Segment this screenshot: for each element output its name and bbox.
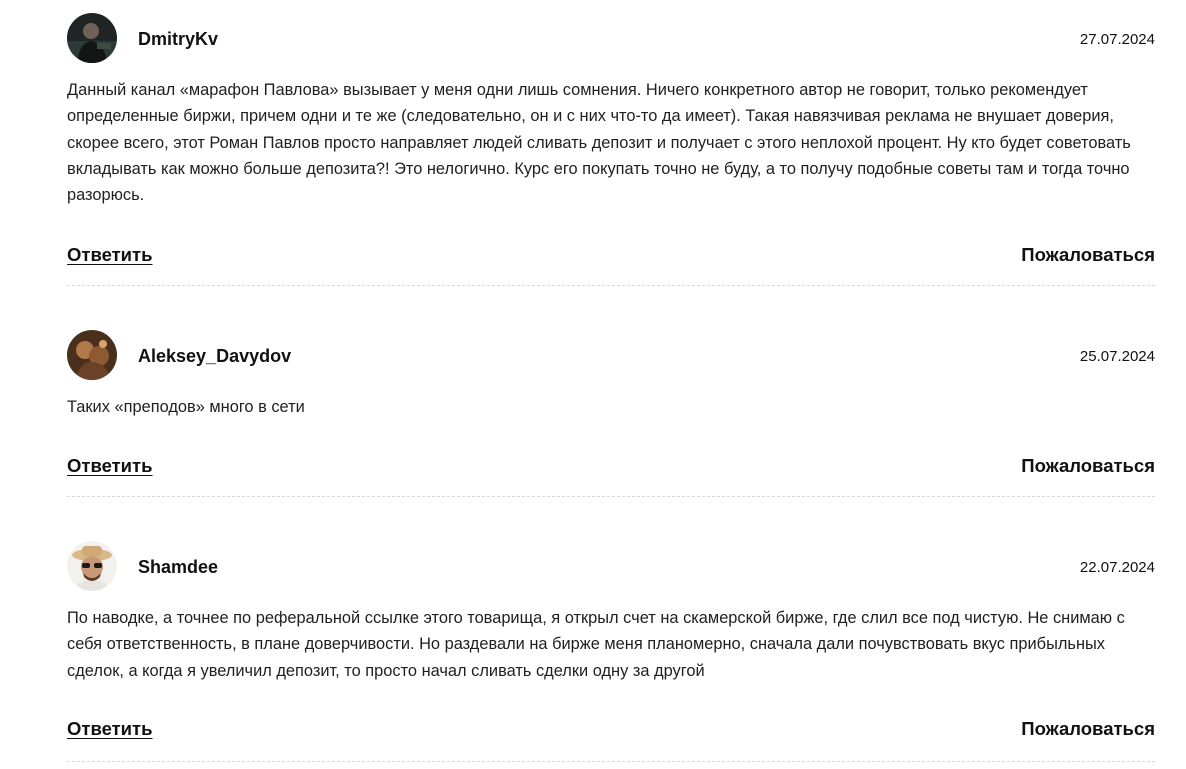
comment-username: Shamdee <box>138 557 219 577</box>
report-link[interactable]: Пожаловаться <box>1021 244 1155 266</box>
reply-link[interactable]: Ответить <box>67 718 153 740</box>
comment-actions: Ответить Пожаловаться <box>67 244 1155 268</box>
avatar[interactable] <box>67 330 117 380</box>
comment-text: Данный канал «марафон Павлова» вызывает … <box>67 81 1131 205</box>
comment-date: 27.07.2024 <box>1079 31 1155 48</box>
comment-divider <box>67 496 1155 497</box>
comment-text: Таких «преподов» много в сети <box>67 398 305 416</box>
avatar[interactable] <box>67 13 117 63</box>
reply-link[interactable]: Ответить <box>67 244 153 266</box>
comment-text: По наводке, а точнее по реферальной ссыл… <box>67 609 1125 680</box>
comment-date: 22.07.2024 <box>1079 559 1155 576</box>
comment-header: DmitryKv 27.07.2024 <box>67 13 1155 65</box>
avatar[interactable] <box>67 541 117 591</box>
comment-header: Shamdee 22.07.2024 <box>67 541 1155 593</box>
comment-divider <box>67 285 1155 286</box>
comment-item: Shamdee 22.07.2024 По наводке, а точнее … <box>67 541 1155 762</box>
comment-header: Aleksey_Davydov 25.07.2024 <box>67 330 1155 382</box>
comment-item: Aleksey_Davydov 25.07.2024 Таких «препод… <box>67 330 1155 497</box>
comment-item: DmitryKv 27.07.2024 Данный канал «марафо… <box>67 13 1155 286</box>
report-link[interactable]: Пожаловаться <box>1021 718 1155 740</box>
comment-divider <box>67 761 1155 762</box>
comment-username: Aleksey_Davydov <box>138 346 292 366</box>
report-link[interactable]: Пожаловаться <box>1021 455 1155 477</box>
comment-date: 25.07.2024 <box>1079 348 1155 365</box>
comment-username: DmitryKv <box>138 29 219 49</box>
comment-actions: Ответить Пожаловаться <box>67 455 1155 479</box>
comment-actions: Ответить Пожаловаться <box>67 718 1155 742</box>
reply-link[interactable]: Ответить <box>67 455 153 477</box>
